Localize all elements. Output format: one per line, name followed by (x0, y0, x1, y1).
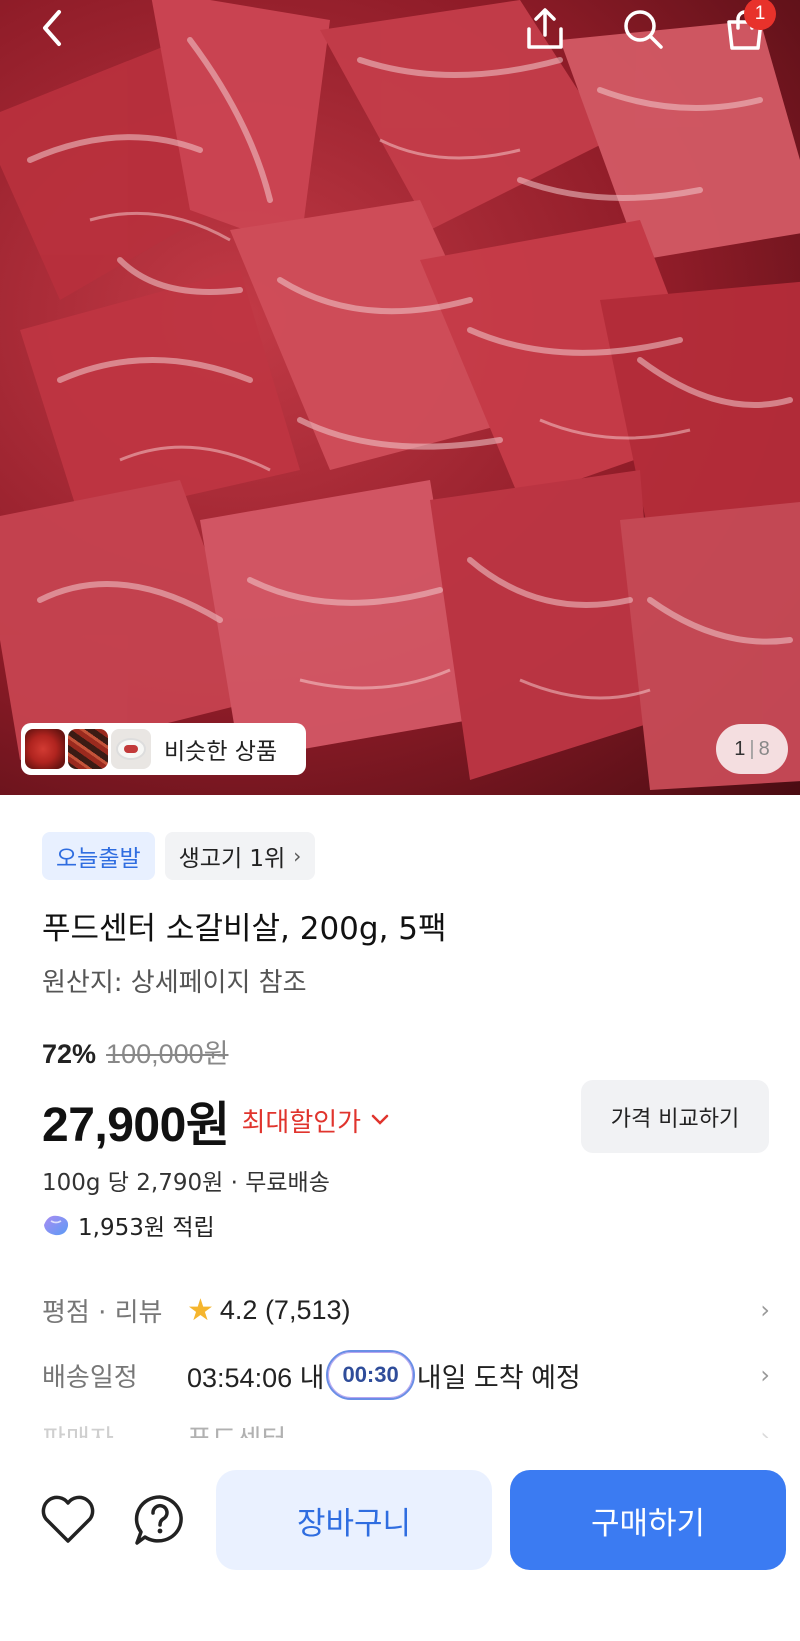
price-row: 27,900원 최대할인가 (42, 1085, 389, 1155)
chevron-right-icon: › (760, 1361, 770, 1389)
chevron-left-icon (43, 10, 61, 46)
badge-label: 생고기 1위 (178, 846, 286, 872)
add-to-cart-button[interactable]: 장바구니 (216, 1470, 492, 1570)
product-image[interactable]: 1 비슷한 상품 1 | 8 (0, 0, 800, 795)
compare-price-button[interactable]: 가격 비교하기 (581, 1080, 769, 1153)
original-price: 100,000원 (106, 1039, 229, 1069)
max-discount-label: 최대할인가 (241, 1107, 362, 1138)
top-navigation: 1 (0, 0, 800, 60)
bottom-action-bar: 장바구니 구매하기 (0, 1438, 800, 1641)
search-button[interactable] (618, 4, 668, 54)
similar-product-thumbnail (25, 729, 65, 769)
back-button[interactable] (30, 6, 74, 50)
delivery-label: 배송일정 (42, 1362, 138, 1393)
rating-review-row[interactable]: 평점 · 리뷰 ★ 4.2 (7,513) › (42, 1285, 770, 1335)
product-badges: 오늘출발 생고기 1위 › (42, 832, 316, 880)
share-button[interactable] (520, 4, 570, 54)
sale-price: 27,900원 (42, 1099, 230, 1152)
rating-value: 4.2 (7,513) (219, 1294, 351, 1325)
chevron-right-icon: › (760, 1296, 770, 1324)
delivery-arrival-text: 내일 도착 예정 (416, 1362, 581, 1393)
similar-products-label: 비슷한 상품 (164, 739, 278, 765)
reward-points-text: 1,953원 적립 (78, 1215, 215, 1241)
similar-products-chip[interactable]: 비슷한 상품 (21, 723, 306, 775)
page-separator: | (749, 737, 755, 760)
question-bubble-icon (134, 1495, 183, 1545)
badge-label: 오늘출발 (56, 846, 141, 872)
product-origin: 원산지: 상세페이지 참조 (42, 968, 307, 998)
reward-points: 1,953원 적립 (42, 1208, 215, 1242)
wishlist-button[interactable] (38, 1492, 98, 1548)
today-shipping-badge: 오늘출발 (42, 832, 155, 880)
meat-photo (0, 0, 800, 790)
discount-row: 72% 100,000원 (42, 1032, 229, 1071)
inquiry-button[interactable] (130, 1492, 190, 1548)
buy-now-button[interactable]: 구매하기 (510, 1470, 786, 1570)
delivery-timer-badge: 00:30 (326, 1350, 415, 1400)
rating-label: 평점 · 리뷰 (42, 1297, 163, 1328)
reward-coin-icon (44, 1215, 69, 1236)
cart-count-badge: 1 (744, 0, 776, 30)
chevron-right-icon: › (293, 844, 302, 868)
star-icon: ★ (187, 1293, 214, 1327)
delivery-schedule-row[interactable]: 배송일정 03:54:06 내 00:30 내일 도착 예정 › (42, 1350, 770, 1400)
similar-product-thumbnail (68, 729, 108, 769)
total-pages: 8 (758, 737, 770, 760)
current-page: 1 (734, 737, 746, 760)
search-icon (624, 10, 663, 49)
cart-button[interactable]: 1 (718, 0, 776, 56)
share-icon (527, 8, 563, 49)
discount-percent: 72% (42, 1039, 97, 1069)
heart-icon (41, 1495, 95, 1543)
product-title: 푸드센터 소갈비살, 200g, 5팩 (42, 911, 447, 947)
chevron-down-icon (371, 1114, 389, 1125)
image-page-indicator: 1 | 8 (716, 724, 788, 774)
max-discount-toggle[interactable]: 최대할인가 (241, 1102, 389, 1139)
ranking-badge[interactable]: 생고기 1위 › (164, 832, 316, 880)
unit-price-shipping: 100g 당 2,790원 · 무료배송 (42, 1170, 330, 1196)
similar-product-thumbnail (111, 729, 151, 769)
delivery-countdown: 03:54:06 내 (187, 1362, 325, 1393)
